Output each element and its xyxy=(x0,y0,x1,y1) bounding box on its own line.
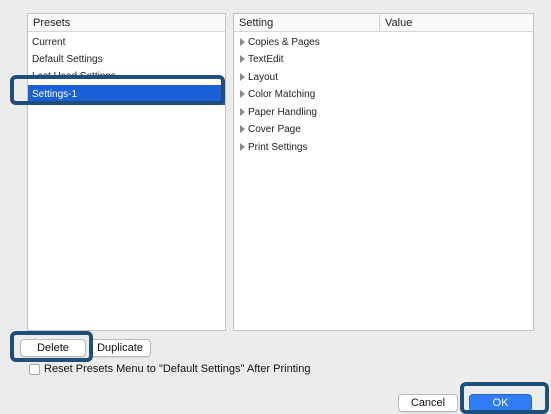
disclosure-triangle-icon[interactable] xyxy=(240,73,245,81)
duplicate-button[interactable]: Duplicate xyxy=(89,339,151,357)
setting-row-label: TextEdit xyxy=(248,54,284,65)
setting-row-label: Paper Handling xyxy=(248,107,317,118)
disclosure-triangle-icon[interactable] xyxy=(240,90,245,98)
reset-presets-label: Reset Presets Menu to "Default Settings"… xyxy=(44,363,311,375)
ok-button[interactable]: OK xyxy=(469,394,532,412)
disclosure-triangle-icon[interactable] xyxy=(240,38,245,46)
setting-row-label: Cover Page xyxy=(248,124,301,135)
setting-row-print-settings[interactable]: Print Settings xyxy=(240,139,307,156)
presets-column-header: Presets xyxy=(28,14,225,32)
preset-item-last-used-settings[interactable]: Last Used Settings xyxy=(28,69,225,77)
setting-row-layout[interactable]: Layout xyxy=(240,69,278,86)
disclosure-triangle-icon[interactable] xyxy=(240,108,245,116)
settings-table: Setting Value Copies & Pages TextEdit La… xyxy=(233,13,534,331)
disclosure-triangle-icon[interactable] xyxy=(240,55,245,63)
setting-column-header: Setting xyxy=(234,14,380,32)
setting-row-color-matching[interactable]: Color Matching xyxy=(240,86,315,103)
disclosure-triangle-icon[interactable] xyxy=(240,125,245,133)
value-column-header: Value xyxy=(380,14,533,32)
setting-row-copies-pages[interactable]: Copies & Pages xyxy=(240,34,320,51)
setting-row-paper-handling[interactable]: Paper Handling xyxy=(240,104,317,121)
preset-item-default-settings[interactable]: Default Settings xyxy=(28,52,225,68)
setting-row-textedit[interactable]: TextEdit xyxy=(240,51,284,68)
disclosure-triangle-icon[interactable] xyxy=(240,143,245,151)
delete-button[interactable]: Delete xyxy=(20,339,86,357)
reset-presets-checkbox[interactable] xyxy=(29,364,40,375)
presets-list[interactable]: Presets Current Default Settings Last Us… xyxy=(27,13,226,331)
setting-row-label: Color Matching xyxy=(248,89,316,100)
cancel-button[interactable]: Cancel xyxy=(398,394,458,412)
setting-row-label: Print Settings xyxy=(248,142,308,153)
preset-item-current[interactable]: Current xyxy=(28,35,225,51)
setting-row-label: Layout xyxy=(248,72,279,83)
setting-row-label: Copies & Pages xyxy=(248,37,320,48)
setting-row-cover-page[interactable]: Cover Page xyxy=(240,121,301,138)
preset-item-settings-1[interactable]: Settings-1 xyxy=(28,85,225,105)
